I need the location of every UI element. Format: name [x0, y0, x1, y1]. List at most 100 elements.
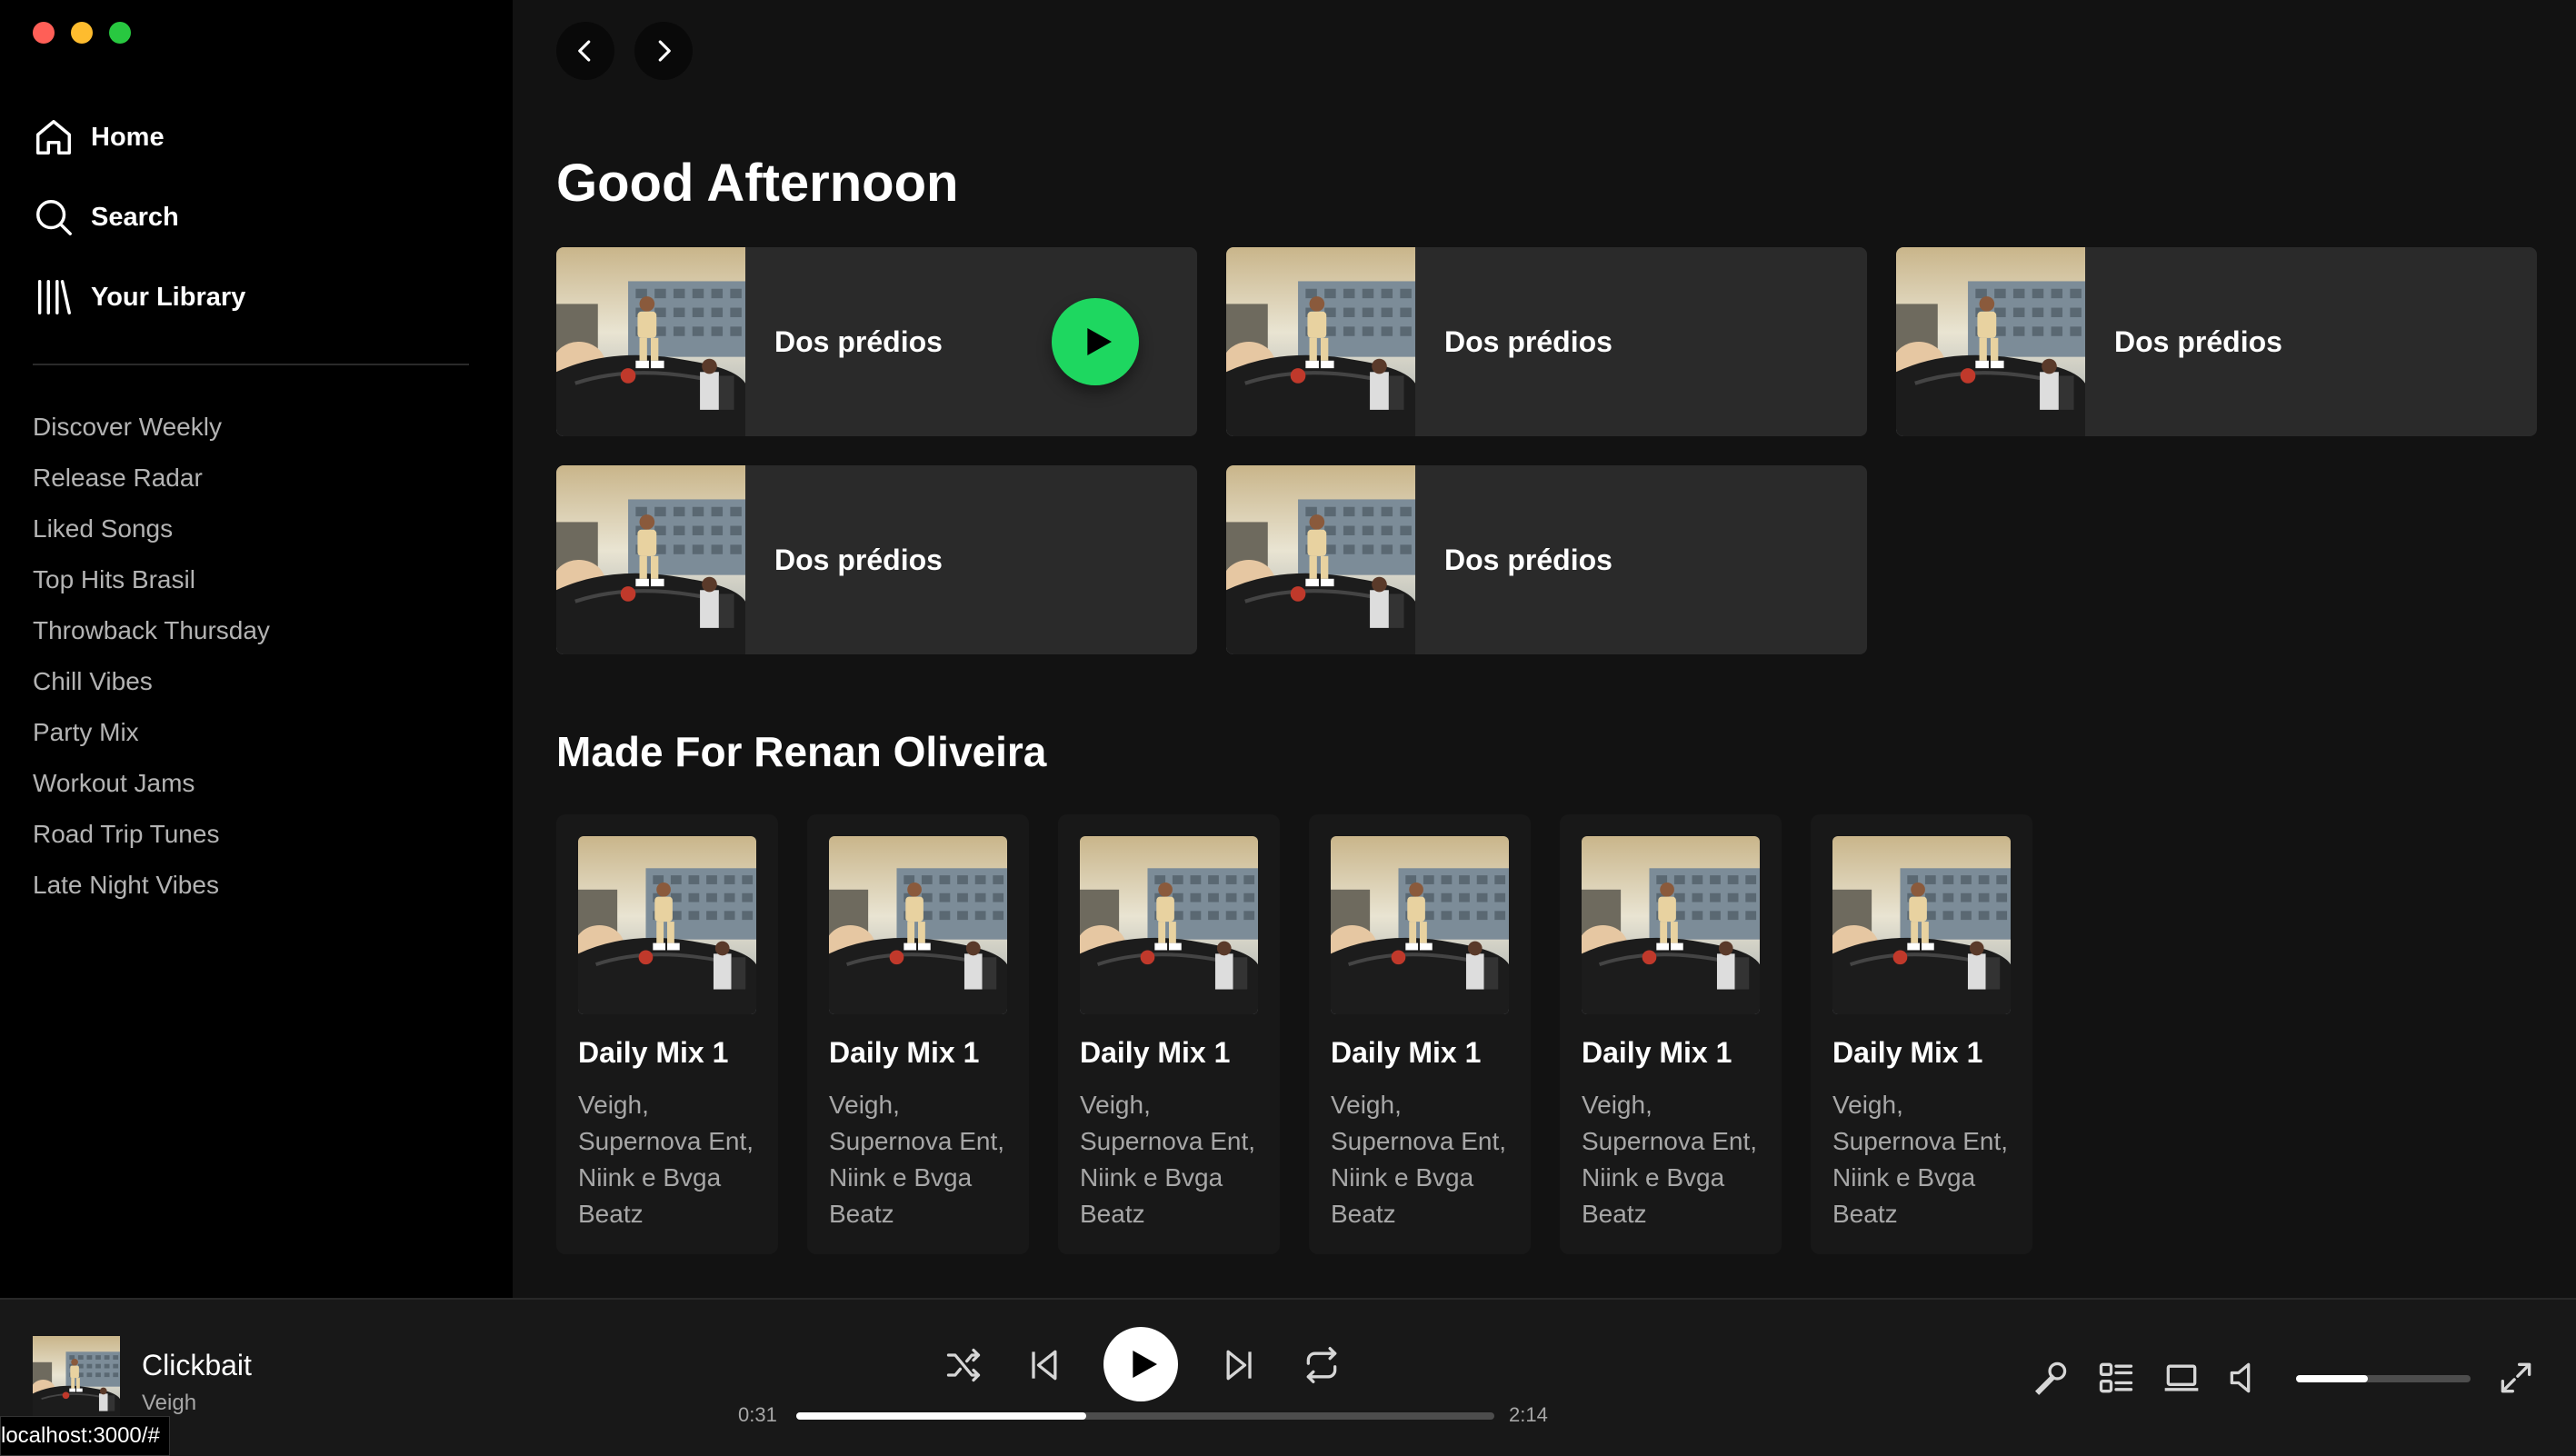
- progress-bar[interactable]: [796, 1412, 1494, 1420]
- mix-title: Daily Mix 1: [1331, 1036, 1482, 1069]
- chevron-right-icon: [658, 40, 671, 62]
- lyrics-button[interactable]: [2031, 1358, 2074, 1401]
- playlist-item[interactable]: Chill Vibes: [33, 663, 270, 714]
- volume-slider[interactable]: [2296, 1375, 2471, 1382]
- shortcut-title: Dos prédios: [774, 324, 943, 358]
- section-title: Made For Renan Oliveira: [556, 728, 1047, 775]
- next-button[interactable]: [1218, 1343, 1262, 1387]
- now-playing-title[interactable]: Clickbait: [142, 1349, 252, 1382]
- play-button[interactable]: [1052, 298, 1139, 385]
- playlist-item[interactable]: Top Hits Brasil: [33, 562, 270, 613]
- minimize-window-icon[interactable]: [71, 22, 93, 44]
- album-cover: [1582, 836, 1760, 1014]
- mix-title: Daily Mix 1: [578, 1036, 729, 1069]
- devices-button[interactable]: [2162, 1358, 2205, 1401]
- skip-forward-icon: [1226, 1350, 1252, 1381]
- shortcut-title: Dos prédios: [1444, 324, 1612, 358]
- shortcut-title: Dos prédios: [2114, 324, 2282, 358]
- album-cover: [578, 836, 756, 1014]
- playlist-list: Discover Weekly Release Radar Liked Song…: [33, 409, 270, 918]
- mix-card[interactable]: Daily Mix 1 Veigh, Supernova Ent, Niink …: [556, 814, 778, 1254]
- skip-back-icon: [1032, 1350, 1057, 1381]
- elapsed-time: 0:31: [738, 1403, 777, 1426]
- shuffle-icon: [946, 1348, 981, 1382]
- shuffle-button[interactable]: [942, 1343, 985, 1387]
- shortcut-title: Dos prédios: [1444, 543, 1612, 576]
- shortcut-card[interactable]: Dos prédios: [1896, 247, 2537, 436]
- close-window-icon[interactable]: [33, 22, 55, 44]
- nav-library[interactable]: Your Library: [33, 271, 245, 324]
- shortcut-title: Dos prédios: [774, 543, 943, 576]
- album-cover: [1896, 247, 2085, 436]
- now-playing-cover[interactable]: [33, 1336, 120, 1423]
- playlist-item[interactable]: Late Night Vibes: [33, 867, 270, 918]
- total-time: 2:14: [1509, 1403, 1548, 1426]
- playlist-item[interactable]: Party Mix: [33, 714, 270, 765]
- nav-search-label: Search: [91, 202, 179, 232]
- mix-card[interactable]: Daily Mix 1 Veigh, Supernova Ent, Niink …: [807, 814, 1029, 1254]
- chevron-left-icon: [578, 40, 591, 62]
- album-cover: [556, 247, 745, 436]
- mix-title: Daily Mix 1: [1832, 1036, 1983, 1069]
- mix-subtitle: Veigh, Supernova Ent, Niink e Bvga Beatz: [578, 1091, 754, 1228]
- play-icon: [1133, 1351, 1157, 1378]
- maximize-window-icon[interactable]: [109, 22, 131, 44]
- playlist-item[interactable]: Discover Weekly: [33, 409, 270, 460]
- repeat-icon: [1306, 1347, 1337, 1383]
- sidebar-divider: [33, 364, 469, 365]
- volume-icon: [2230, 1362, 2251, 1393]
- playlist-item[interactable]: Release Radar: [33, 460, 270, 511]
- fullscreen-button[interactable]: [2496, 1358, 2540, 1401]
- playlist-item[interactable]: Workout Jams: [33, 765, 270, 816]
- play-icon: [1087, 328, 1112, 355]
- mix-subtitle: Veigh, Supernova Ent, Niink e Bvga Beatz: [1582, 1091, 1758, 1228]
- microphone-icon: [2034, 1361, 2067, 1395]
- mix-card[interactable]: Daily Mix 1 Veigh, Supernova Ent, Niink …: [1058, 814, 1280, 1254]
- forward-button[interactable]: [634, 22, 693, 80]
- shortcut-card[interactable]: Dos prédios: [1226, 465, 1867, 654]
- mix-card[interactable]: Daily Mix 1 Veigh, Supernova Ent, Niink …: [1560, 814, 1782, 1254]
- back-button[interactable]: [556, 22, 614, 80]
- playlist-item[interactable]: Liked Songs: [33, 511, 270, 562]
- playlist-item[interactable]: Road Trip Tunes: [33, 816, 270, 867]
- album-cover: [829, 836, 1007, 1014]
- mix-card[interactable]: Daily Mix 1 Veigh, Supernova Ent, Niink …: [1811, 814, 2032, 1254]
- home-icon: [36, 120, 71, 155]
- album-cover: [1832, 836, 2011, 1014]
- mix-card[interactable]: Daily Mix 1 Veigh, Supernova Ent, Niink …: [1309, 814, 1531, 1254]
- window-controls: [33, 22, 131, 44]
- main-nav: Home Search Your Library: [33, 111, 245, 351]
- mix-subtitle: Veigh, Supernova Ent, Niink e Bvga Beatz: [1832, 1091, 2009, 1228]
- mix-title: Daily Mix 1: [1080, 1036, 1231, 1069]
- shortcut-card[interactable]: Dos prédios: [556, 465, 1197, 654]
- album-cover: [556, 465, 745, 654]
- search-icon: [36, 200, 72, 235]
- laptop-icon: [2164, 1364, 2199, 1391]
- mute-button[interactable]: [2225, 1358, 2269, 1401]
- nav-search[interactable]: Search: [33, 191, 245, 244]
- album-cover: [1226, 465, 1415, 654]
- expand-icon: [2501, 1362, 2531, 1393]
- mix-subtitle: Veigh, Supernova Ent, Niink e Bvga Beatz: [829, 1091, 1005, 1228]
- mix-subtitle: Veigh, Supernova Ent, Niink e Bvga Beatz: [1331, 1091, 1507, 1228]
- shortcut-card[interactable]: Dos prédios: [1226, 247, 1867, 436]
- play-pause-button[interactable]: [1103, 1327, 1178, 1401]
- album-cover: [1331, 836, 1509, 1014]
- previous-button[interactable]: [1022, 1343, 1065, 1387]
- nav-library-label: Your Library: [91, 282, 246, 312]
- volume-fill: [2296, 1375, 2368, 1382]
- repeat-button[interactable]: [1300, 1343, 1343, 1387]
- library-icon: [37, 280, 71, 314]
- nav-home-label: Home: [91, 122, 165, 152]
- now-playing-artist[interactable]: Veigh: [142, 1391, 196, 1416]
- nav-home[interactable]: Home: [33, 111, 245, 164]
- page-title: Good Afternoon: [556, 154, 959, 213]
- main-content: Good Afternoon Dos prédios Dos prédios D…: [513, 0, 2576, 1298]
- mix-subtitle: Veigh, Supernova Ent, Niink e Bvga Beatz: [1080, 1091, 1256, 1228]
- playlist-item[interactable]: Throwback Thursday: [33, 613, 270, 663]
- mix-title: Daily Mix 1: [829, 1036, 980, 1069]
- sidebar: Home Search Your Library Discover Weekly…: [0, 0, 513, 1298]
- album-cover: [1226, 247, 1415, 436]
- shortcut-card[interactable]: Dos prédios: [556, 247, 1197, 436]
- queue-button[interactable]: [2096, 1358, 2140, 1401]
